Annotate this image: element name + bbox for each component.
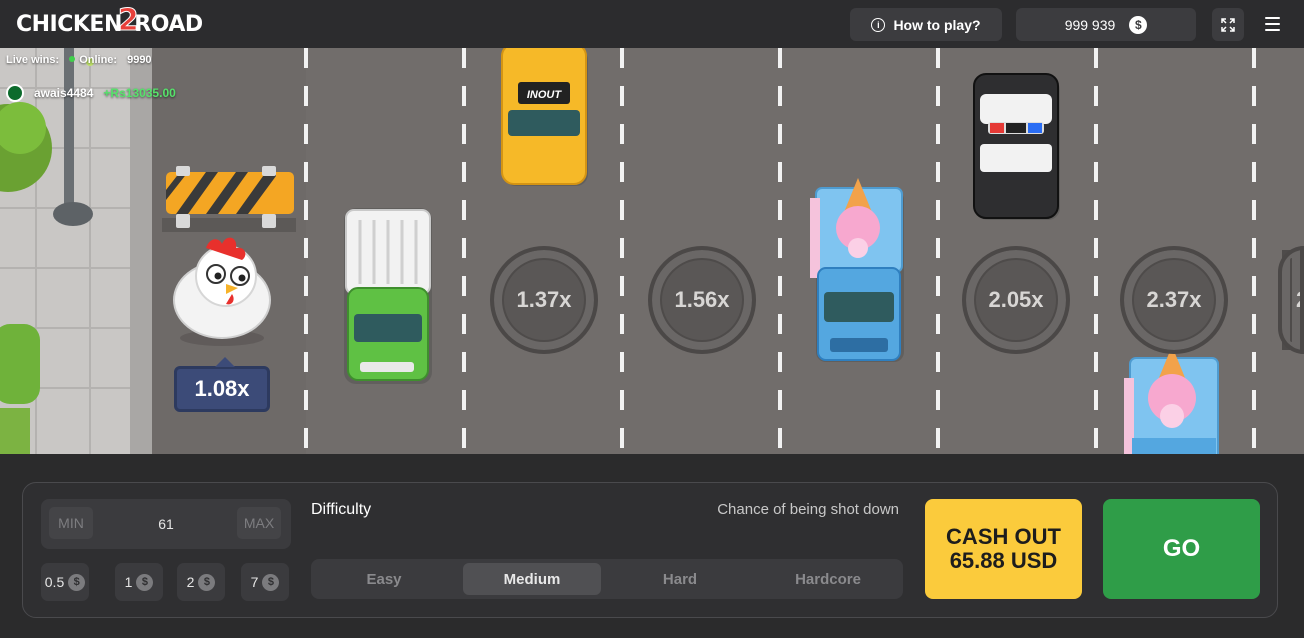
winner-name: awais4484 [34,86,94,100]
dollar-coin-icon: $ [136,573,154,591]
how-to-play-button[interactable]: i How to play? [850,8,1002,41]
lane-multiplier-manhole[interactable]: 2.05x [962,246,1070,354]
bet-chip-button[interactable]: 0.5 $ [41,563,89,601]
bet-amount-box: MIN 61 MAX [41,499,291,549]
lane-multiplier-manhole[interactable]: 2.37x [1120,246,1228,354]
lamp-post [64,48,74,208]
bet-chip-button[interactable]: 1 $ [115,563,163,601]
balance-value: 999 939 [1064,16,1116,33]
dollar-coin-icon: $ [68,573,86,591]
menu-bar [1264,29,1280,31]
min-bet-button[interactable]: MIN [49,507,93,539]
game-area: INOUT 1.37x 1.56x 2.05x 2.37x 1.08x Live… [0,48,1304,454]
winner-amount: +Rs13035.00 [103,86,176,100]
bush [0,324,40,404]
curb [130,48,152,454]
dollar-coin-icon: $ [262,573,280,591]
cash-out-label: CASH OUT [946,524,1061,549]
max-bet-button[interactable]: MAX [237,507,281,539]
police-car [973,73,1060,220]
chip-value: 1 [124,574,133,590]
balance-display: 999 939 $ [1016,8,1196,41]
difficulty-easy[interactable]: Easy [315,563,453,595]
lane-multiplier-text: 2.37x [1146,287,1202,312]
info-icon: i [871,17,886,32]
live-wins-bar: Live wins: Online: 9990 [6,54,152,66]
online-dot-icon [69,56,76,62]
online-count: 9990 [127,54,152,66]
lane-multiplier-text: 2.05x [988,287,1044,312]
chip-value: 7 [250,574,259,590]
live-wins-label: Live wins: [6,54,60,66]
difficulty-hardcore[interactable]: Hardcore [759,563,897,595]
logo-number: 2 [117,2,139,38]
chance-label: Chance of being shot down [717,501,899,518]
chip-value: 2 [186,574,195,590]
difficulty-label: Difficulty [311,501,372,518]
cash-out-button[interactable]: CASH OUT 65.88 USD [925,499,1082,599]
live-win-entry: awais4484 +Rs13035.00 [6,84,176,102]
green-truck [344,208,432,384]
chip-value: 0.5 [44,574,65,590]
difficulty-medium[interactable]: Medium [463,563,601,595]
menu-button[interactable] [1258,12,1286,36]
how-to-play-label: How to play? [893,16,981,33]
ice-cream-truck [810,178,904,362]
grass-patch [0,408,30,454]
game-logo: CHICKEN 2 ROAD [16,2,203,40]
country-flag-icon [6,84,24,102]
logo-word-road: ROAD [134,11,203,37]
lane-multiplier-manhole[interactable]: 1.37x [490,246,598,354]
top-bar: CHICKEN 2 ROAD i How to play? 999 939 $ [0,0,1304,48]
lane-multiplier-manhole[interactable]: 2 [1278,246,1304,354]
menu-bar [1264,17,1280,19]
lane-multiplier-text: 2 [1296,287,1300,313]
dollar-coin-icon: $ [1129,15,1148,34]
cash-out-amount: 65.88 USD [949,548,1058,573]
bet-chip-button[interactable]: 7 $ [241,563,289,601]
game-root: CHICKEN 2 ROAD i How to play? 999 939 $ [0,0,1304,638]
road-barrier [162,166,296,232]
menu-bar [1264,23,1280,25]
go-label: GO [1162,535,1201,562]
bet-control-panel: MIN 61 MAX 0.5 $ 1 $ 2 $ 7 $ Difficulty Chan… [22,482,1278,618]
taxi-car: INOUT [501,48,588,186]
bet-chip-button[interactable]: 2 $ [177,563,225,601]
bet-amount-input[interactable]: 61 [131,499,201,549]
online-indicator: Online: [69,54,117,66]
logo-word-chicken: CHICKEN [16,11,122,37]
taxi-sign-text: INOUT [527,89,563,101]
lane-multiplier-text: 1.56x [674,287,730,312]
go-button[interactable]: GO [1103,499,1260,599]
current-multiplier-text: 1.08x [194,376,250,401]
lane-multiplier-text: 1.37x [516,287,572,312]
difficulty-hard[interactable]: Hard [611,563,749,595]
online-label: Online: [79,54,118,66]
fullscreen-button[interactable] [1212,8,1244,41]
current-multiplier-badge: 1.08x [174,357,270,412]
lane-dividers [304,48,1256,454]
ice-cream-truck [1124,346,1219,454]
fullscreen-icon [1221,17,1235,32]
difficulty-selector: Easy Medium Hard Hardcore [311,559,903,599]
dollar-coin-icon: $ [198,573,216,591]
lane-multiplier-manhole[interactable]: 1.56x [648,246,756,354]
